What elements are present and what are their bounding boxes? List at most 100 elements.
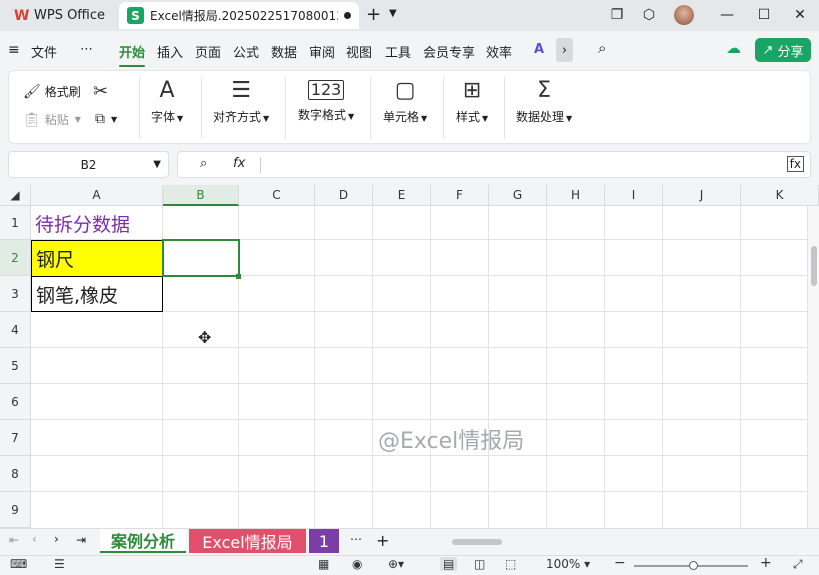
next-sheet-icon[interactable]: › (54, 532, 59, 546)
row-header-7[interactable]: 7 (0, 420, 31, 456)
expand-formula-icon[interactable]: fx (786, 156, 804, 172)
select-all-corner[interactable]: ◢ (0, 185, 31, 206)
cell-a1[interactable]: 待拆分数据 (31, 206, 163, 240)
tab-tools[interactable]: 工具 (385, 42, 411, 61)
formula-input[interactable]: ⌕ fx fx (177, 151, 811, 178)
tab-member[interactable]: 会员专享 (423, 42, 475, 61)
row-header-4[interactable]: 4 (0, 312, 31, 348)
zoom-slider[interactable] (634, 561, 748, 570)
page-layout-icon[interactable]: ◫ (474, 557, 485, 571)
zoom-slider-thumb[interactable] (689, 561, 698, 570)
add-sheet-button[interactable]: + (376, 531, 389, 550)
ribbon-scroll-right-icon[interactable]: › (556, 38, 573, 62)
row-header-1[interactable]: 1 (0, 206, 31, 240)
format-painter-button[interactable]: 🖌︎ 格式刷 (23, 83, 81, 100)
function-icon[interactable]: fx (233, 156, 245, 171)
row-header-8[interactable]: 8 (0, 456, 31, 492)
cell-b2-selected[interactable] (162, 239, 240, 277)
macro-icon[interactable]: ☰ (54, 557, 65, 571)
row-header-9[interactable]: 9 (0, 492, 31, 528)
column-header-b[interactable]: B (163, 185, 239, 206)
sheet-tab[interactable]: 1 (309, 529, 339, 553)
column-header-j[interactable]: J (663, 185, 741, 206)
unsaved-dot-icon[interactable] (344, 12, 351, 19)
normal-view-icon[interactable]: ▤ (440, 557, 458, 571)
tab-formula[interactable]: 公式 (233, 42, 259, 61)
number-format-button[interactable]: 123 数字格式 ▼ (298, 80, 354, 123)
column-header-e[interactable]: E (373, 185, 431, 206)
column-header-i[interactable]: I (605, 185, 663, 206)
fullscreen-icon[interactable]: ⤢ (793, 557, 803, 572)
maximize-icon[interactable]: ☐ (755, 6, 773, 24)
tab-list-chevron-icon[interactable]: ▼ (389, 8, 397, 19)
zoom-in-button[interactable]: + (760, 555, 772, 571)
cube-icon[interactable]: ⬡ (640, 6, 658, 24)
page-break-icon[interactable]: ⬚ (505, 557, 516, 571)
cells-button[interactable]: ▢ 单元格 ▼ (383, 80, 427, 125)
tab-insert[interactable]: 插入 (157, 42, 183, 61)
minimize-icon[interactable]: — (718, 6, 736, 24)
column-header-a[interactable]: A (31, 185, 163, 206)
tab-data[interactable]: 数据 (271, 42, 297, 61)
row-header-5[interactable]: 5 (0, 348, 31, 384)
spreadsheet-grid[interactable]: ◢ A B C D E F G H I J K 1 2 3 4 5 6 7 8 … (0, 185, 819, 528)
number-format-label: 数字格式 ▼ (298, 108, 355, 122)
styles-button[interactable]: ⊞ 样式 ▼ (456, 80, 488, 125)
tab-efficiency[interactable]: 效率 (486, 42, 512, 61)
align-button[interactable]: ☰ 对齐方式 ▼ (213, 80, 269, 125)
eye-icon[interactable]: ◉ (352, 557, 362, 571)
new-tab-button[interactable]: + (366, 4, 381, 25)
paste-button[interactable]: 📋︎ 粘贴 ▼ (23, 111, 81, 128)
cut-button[interactable]: ✂ (93, 81, 108, 102)
close-icon[interactable]: ✕ (791, 6, 809, 24)
document-tab[interactable]: S Excel情报局.2025022517080013 (119, 2, 359, 29)
name-box[interactable]: B2 ▼ (8, 151, 169, 178)
tab-view[interactable]: 视图 (346, 42, 372, 61)
column-header-g[interactable]: G (489, 185, 547, 206)
menu-more[interactable]: ⋯ (80, 42, 93, 57)
cell-a3[interactable]: 钢笔,橡皮 (31, 276, 163, 312)
zoom-out-button[interactable]: − (614, 555, 626, 571)
sheet-more-button[interactable]: ⋯ (350, 532, 362, 546)
data-process-button[interactable]: Σ 数据处理 ▼ (516, 80, 572, 125)
horizontal-scrollbar[interactable] (430, 539, 800, 545)
column-header-f[interactable]: F (431, 185, 489, 206)
zoom-level[interactable]: 100% ▾ (546, 557, 590, 571)
fill-handle[interactable] (236, 274, 241, 279)
ai-icon[interactable]: A (534, 42, 544, 57)
target-icon[interactable]: ⊕▾ (388, 557, 404, 571)
column-header-c[interactable]: C (239, 185, 315, 206)
last-sheet-icon[interactable]: ⇥ (76, 533, 86, 547)
column-header-h[interactable]: H (547, 185, 605, 206)
cell-a2[interactable]: 钢尺 (31, 240, 163, 276)
cloud-sync-icon[interactable]: ☁ (726, 39, 741, 57)
avatar[interactable] (674, 5, 694, 25)
tab-home[interactable]: 开始 (119, 42, 146, 67)
column-header-d[interactable]: D (315, 185, 373, 206)
vertical-scrollbar[interactable] (807, 206, 819, 528)
row-header-2[interactable]: 2 (0, 240, 31, 276)
prev-sheet-icon[interactable]: ‹ (32, 532, 37, 546)
input-mode-icon[interactable]: ⌨ (10, 557, 27, 571)
row-header-6[interactable]: 6 (0, 384, 31, 420)
sheet-tab-active[interactable]: 案例分析 (100, 529, 186, 553)
column-header-k[interactable]: K (741, 185, 819, 206)
window-mode-icon[interactable]: ❐ (608, 6, 626, 24)
row-header-3[interactable]: 3 (0, 276, 31, 312)
zoom-search-icon[interactable]: ⌕ (200, 156, 207, 171)
copy-button[interactable]: ⧉ ▼ (95, 111, 117, 127)
sheet-view-icon[interactable]: ▦ (318, 557, 329, 571)
tab-review[interactable]: 审阅 (309, 42, 335, 61)
wps-home-tab[interactable]: W WPS Office (6, 3, 111, 28)
font-button[interactable]: A 字体 ▼ (151, 80, 183, 125)
cell-icon: ▢ (394, 78, 416, 103)
hamburger-icon[interactable]: ≡ (8, 42, 20, 58)
scrollbar-thumb[interactable] (452, 539, 502, 545)
search-icon[interactable]: ⌕ (598, 39, 606, 57)
scrollbar-thumb[interactable] (811, 246, 817, 286)
first-sheet-icon[interactable]: ⇤ (9, 533, 19, 547)
sheet-tab[interactable]: Excel情报局 (189, 529, 306, 553)
share-button[interactable]: ↗ 分享 (755, 38, 811, 62)
menu-file[interactable]: 文件 (31, 42, 57, 61)
tab-page[interactable]: 页面 (195, 42, 221, 61)
